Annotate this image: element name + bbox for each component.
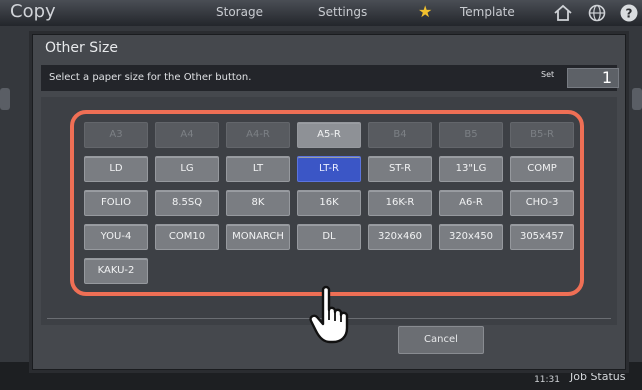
footer-time: 11:31 <box>534 375 560 385</box>
storage-tab[interactable]: Storage <box>216 5 263 19</box>
cancel-button[interactable]: Cancel <box>398 326 484 354</box>
highlight-frame <box>70 110 584 296</box>
set-value-field[interactable]: 1 <box>567 68 619 88</box>
help-icon[interactable]: ? <box>618 2 640 24</box>
job-status-button[interactable]: Job Status <box>570 370 626 383</box>
set-label: Set <box>541 70 555 79</box>
star-icon: ★ <box>418 2 433 21</box>
svg-text:?: ? <box>626 7 633 21</box>
dialog-title: Other Size <box>45 40 118 56</box>
globe-icon[interactable] <box>586 2 608 24</box>
home-icon[interactable] <box>552 2 574 24</box>
template-tab[interactable]: Template <box>460 5 515 19</box>
hand-cursor-icon <box>306 284 358 346</box>
instruction-bar: Select a paper size for the Other button… <box>41 65 619 91</box>
app-title: Copy <box>10 1 56 22</box>
instruction-text: Select a paper size for the Other button… <box>49 72 252 83</box>
top-toolbar: Copy Storage Settings ★ Template ? <box>0 0 642 26</box>
settings-tab[interactable]: Settings <box>318 5 367 19</box>
side-tab-left <box>0 88 10 110</box>
side-tab-right <box>632 88 642 110</box>
